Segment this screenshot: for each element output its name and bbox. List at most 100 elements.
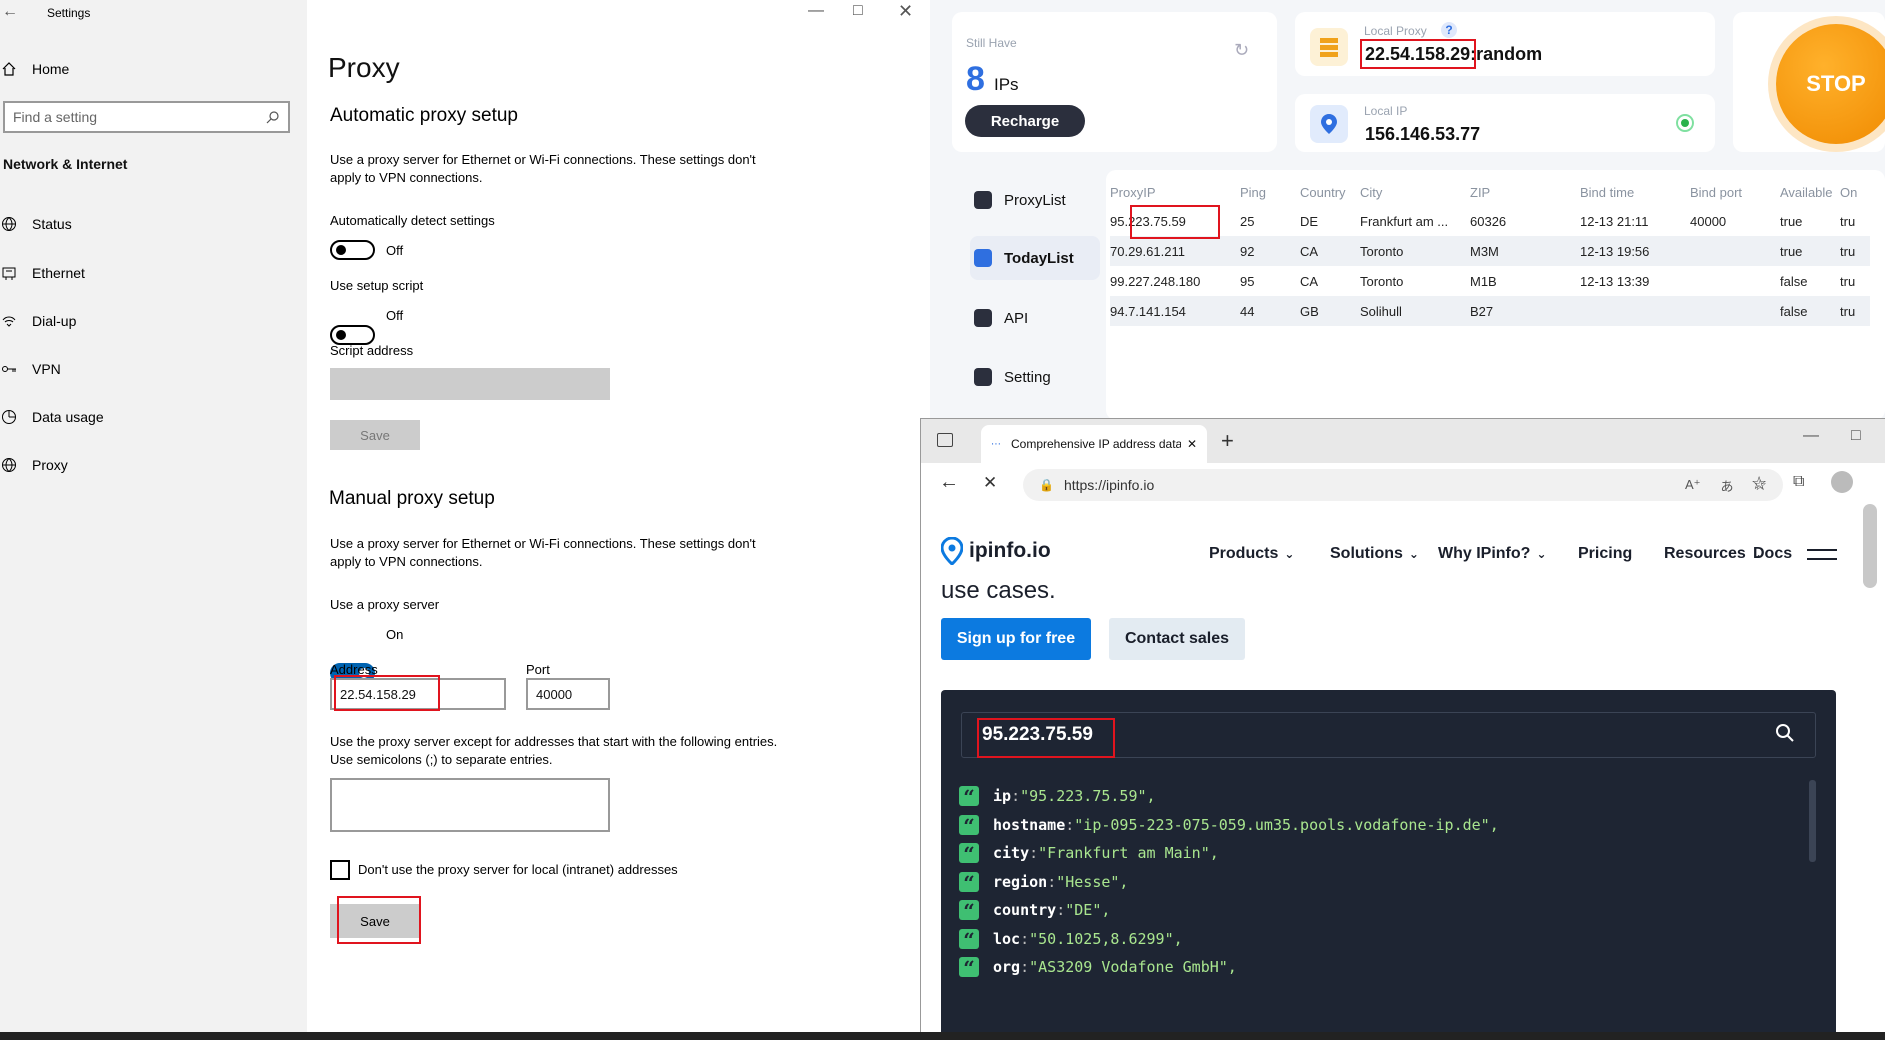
port-input[interactable]: 40000 (526, 678, 610, 710)
table-row[interactable]: 94.7.141.154 44 GB Solihull B27 false tru (1110, 296, 1870, 326)
stop-button[interactable]: STOP (1776, 24, 1885, 144)
address-bar[interactable]: 🔒 https://ipinfo.io A⁺ あ ☆ (1023, 469, 1783, 501)
settings-sidebar (0, 0, 307, 1032)
collections-icon[interactable]: ⧉ (1793, 473, 1804, 491)
recharge-button[interactable]: Recharge (965, 105, 1085, 137)
sidebar-item-todaylist[interactable]: TodayList (970, 236, 1100, 280)
stop-loading-icon[interactable]: ✕ (983, 473, 997, 493)
browser-tab[interactable]: ⋯ Comprehensive IP address data... ✕ (981, 425, 1207, 463)
nav-why-ipinfo[interactable]: Why IPinfo? ⌄ (1438, 545, 1547, 563)
column-header[interactable]: On (1840, 178, 1870, 206)
table-cell: tru (1840, 296, 1870, 326)
read-aloud-icon[interactable]: A⁺ (1685, 477, 1701, 493)
dialup-icon (0, 312, 18, 330)
browser-minimize-icon[interactable]: — (1803, 427, 1819, 445)
table-cell: M3M (1470, 236, 1580, 266)
table-row[interactable]: 95.223.75.59 25 DE Frankfurt am ... 60326 12-… (1110, 206, 1870, 236)
except-addresses-input[interactable] (330, 778, 610, 832)
table-cell: CA (1300, 273, 1319, 289)
column-header[interactable]: Available (1780, 178, 1840, 206)
nav-docs[interactable]: Docs (1753, 545, 1792, 563)
column-header[interactable]: Country (1300, 178, 1360, 206)
table-row[interactable]: 70.29.61.211 92 CA Toronto M3M 12-13 19:56 tru… (1110, 236, 1870, 266)
sidebar-item-data-usage[interactable]: Data usage (0, 402, 104, 432)
table-cell: 12-13 13:39 (1580, 273, 1650, 289)
sidebar-item-setting[interactable]: Setting (970, 355, 1100, 399)
table-cell: Toronto (1360, 273, 1404, 289)
quote-icon[interactable]: “ (959, 843, 979, 865)
column-header[interactable]: ProxyIP (1110, 178, 1240, 206)
sidebar-item-ethernet[interactable]: Ethernet (0, 258, 85, 288)
column-header[interactable]: ZIP (1470, 178, 1580, 206)
signup-button[interactable]: Sign up for free (941, 618, 1091, 660)
back-arrow-icon[interactable]: ← (2, 3, 18, 21)
page-scrollbar[interactable] (1863, 504, 1877, 588)
sidebar-item-status[interactable]: Status (0, 209, 72, 239)
table-cell: false (1780, 273, 1808, 289)
ipinfo-logo[interactable]: ipinfo.io (941, 537, 1051, 565)
table-row[interactable]: 99.227.248.180 95 CA Toronto M1B 12-13 13:39 f… (1110, 266, 1870, 296)
close-icon[interactable]: ✕ (898, 1, 913, 22)
quote-icon[interactable]: “ (959, 900, 979, 922)
table-cell: 25 (1240, 213, 1255, 229)
new-tab-icon[interactable]: + (1221, 428, 1234, 454)
browser-maximize-icon[interactable]: □ (1851, 427, 1861, 445)
json-line: “region: "Hesse", (959, 871, 1128, 894)
nav-pricing[interactable]: Pricing (1578, 545, 1632, 563)
column-header[interactable]: City (1360, 178, 1470, 206)
script-address-input[interactable] (330, 368, 610, 400)
nav-solutions[interactable]: Solutions ⌄ (1330, 545, 1419, 563)
data-usage-icon (0, 408, 18, 426)
nav-products[interactable]: Products ⌄ (1209, 545, 1294, 563)
search-icon[interactable] (1775, 723, 1795, 746)
table-cell (1690, 296, 1780, 326)
table-cell: Toronto (1360, 236, 1470, 266)
hamburger-menu-icon[interactable] (1807, 549, 1837, 560)
column-header[interactable]: Ping (1240, 178, 1300, 206)
tab-close-icon[interactable]: ✕ (1187, 437, 1197, 451)
sidebar-item-label: Status (32, 216, 72, 232)
search-icon[interactable] (266, 110, 280, 124)
profile-avatar[interactable] (1831, 471, 1853, 493)
json-line: “country: "DE", (959, 900, 1110, 922)
settings-search-input[interactable]: Find a setting (3, 101, 290, 133)
refresh-icon[interactable]: ↻ (1234, 40, 1249, 61)
local-proxy-highlight (1360, 39, 1476, 69)
brand-name: ipinfo.io (969, 539, 1051, 562)
back-icon[interactable]: ← (939, 471, 959, 494)
sidebar-item-proxy[interactable]: Proxy (0, 450, 68, 480)
quote-icon[interactable]: “ (959, 786, 979, 808)
contact-sales-button[interactable]: Contact sales (1109, 618, 1245, 660)
favorites-icon[interactable]: ☆ (1751, 473, 1767, 494)
sidebar-item-api[interactable]: API (970, 296, 1100, 340)
nav-resources[interactable]: Resources ⌄ (1664, 545, 1762, 563)
tab-title: Comprehensive IP address data... (1011, 437, 1181, 451)
translate-icon[interactable]: あ (1721, 476, 1734, 495)
column-header[interactable]: Bind time (1580, 178, 1690, 206)
quote-icon[interactable]: “ (959, 957, 979, 979)
tab-actions-icon[interactable] (937, 433, 953, 447)
sidebar-item-vpn[interactable]: VPN (0, 354, 61, 384)
table-cell: tru (1840, 213, 1856, 229)
minimize-icon[interactable]: — (808, 2, 824, 20)
page-title: Proxy (328, 52, 400, 83)
help-icon[interactable]: ? (1441, 22, 1457, 38)
home-icon (0, 60, 18, 78)
quote-icon[interactable]: “ (959, 814, 979, 837)
table-cell: false (1780, 296, 1840, 326)
table-header: ProxyIP Ping Country City ZIP Bind time Bind p… (1110, 178, 1870, 206)
save-script-button[interactable]: Save (330, 420, 420, 450)
local-bypass-checkbox[interactable] (330, 860, 350, 880)
quote-icon[interactable]: “ (959, 928, 979, 951)
auto-detect-toggle[interactable] (330, 240, 375, 260)
quote-icon[interactable]: “ (959, 871, 979, 894)
sidebar-item-dialup[interactable]: Dial-up (0, 306, 76, 336)
json-scrollbar[interactable] (1809, 780, 1816, 862)
sidebar-item-proxylist[interactable]: ProxyList (970, 178, 1100, 222)
hero-text: use cases. (941, 577, 1056, 604)
maximize-icon[interactable]: □ (853, 2, 863, 20)
use-proxy-label: Use a proxy server (330, 597, 440, 612)
sidebar-item-home[interactable]: Home (0, 54, 69, 84)
except-description: Use the proxy server except for addresse… (330, 734, 778, 767)
column-header[interactable]: Bind port (1690, 178, 1780, 206)
